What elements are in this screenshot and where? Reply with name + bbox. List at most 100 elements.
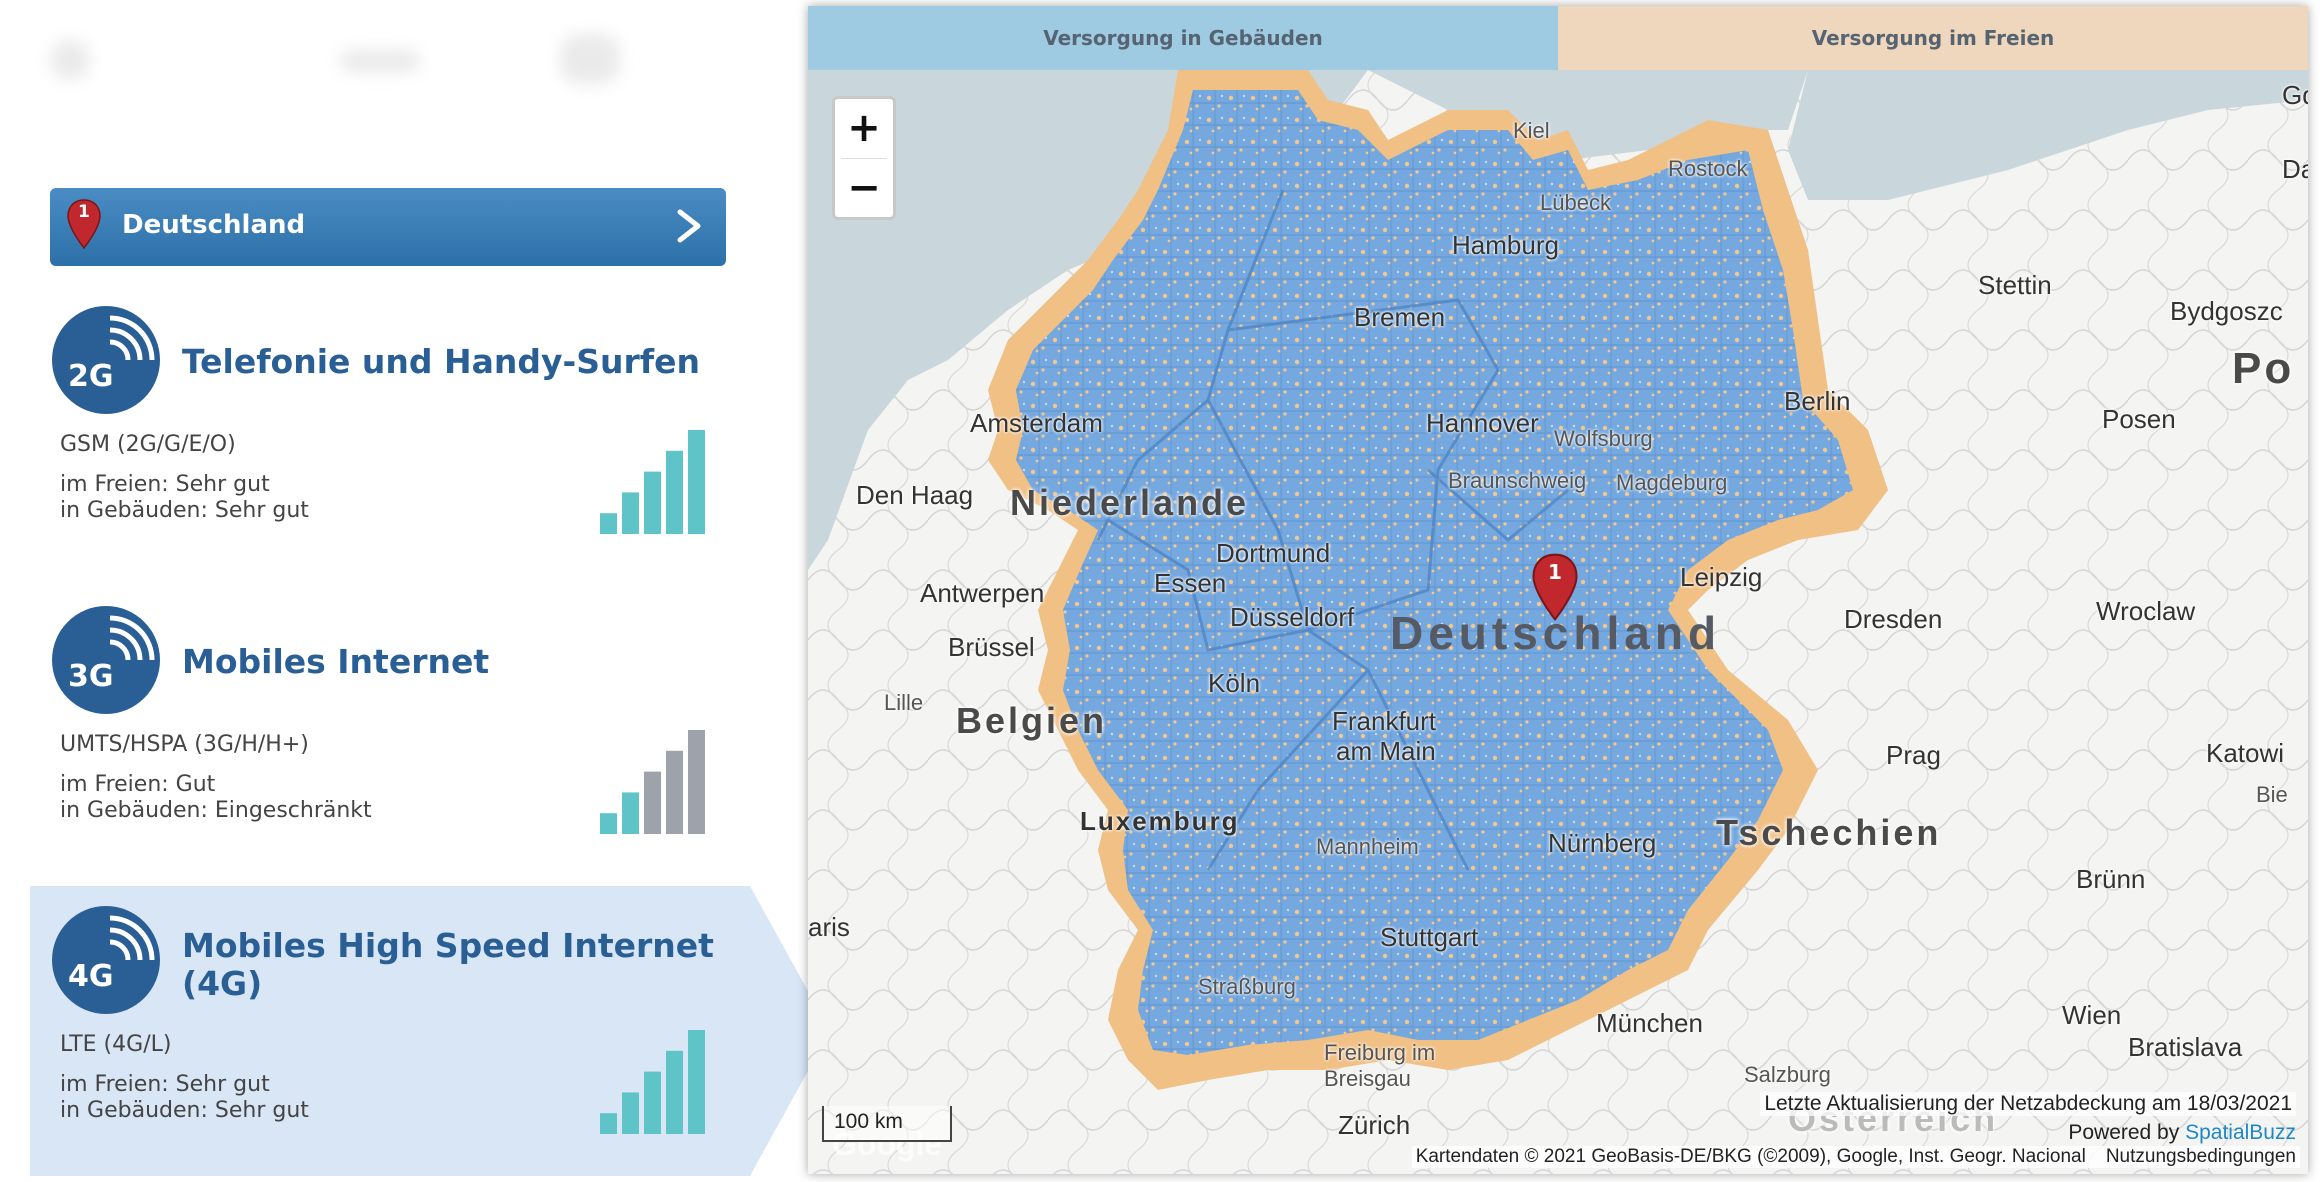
city-gdynia: Gdy	[2282, 80, 2308, 110]
tech-title-2g: Telefonie und Handy-Surfen	[182, 342, 700, 381]
map-tabs: Versorgung in Gebäuden Versorgung im Fre…	[808, 6, 2308, 70]
city-bruessel: Brüssel	[948, 632, 1035, 662]
location-selector[interactable]: 1 Deutschland	[50, 188, 726, 266]
signal-bar	[622, 492, 639, 534]
tab-outdoor-coverage[interactable]: Versorgung im Freien	[1558, 6, 2308, 70]
city-nuernberg: Nürnberg	[1548, 828, 1657, 858]
city-posen: Posen	[2102, 404, 2176, 434]
tech-item-2g[interactable]: 2G Telefonie und Handy-Surfen GSM (2G/G/…	[30, 306, 770, 556]
tech-standard-2g: GSM (2G/G/E/O)	[60, 432, 236, 457]
country-niederlande: Niederlande	[1010, 482, 1250, 523]
tech-standard-3g: UMTS/HSPA (3G/H/H+)	[60, 732, 309, 757]
city-hamburg: Hamburg	[1452, 230, 1559, 260]
city-bremen: Bremen	[1354, 302, 1446, 332]
city-wolfsburg: Wolfsburg	[1554, 426, 1653, 451]
city-bratislava: Bratislava	[2128, 1032, 2243, 1062]
city-stettin: Stettin	[1978, 270, 2052, 300]
tech-item-4g[interactable]: 4G Mobiles High Speed Internet (4G) LTE …	[30, 906, 770, 1156]
signal-4g-icon: 4G	[52, 906, 160, 1014]
signal-bar	[644, 771, 661, 834]
city-duesseldorf: Düsseldorf	[1230, 602, 1355, 632]
tech-title-4g-line2: (4G)	[182, 964, 263, 1003]
map-marker-number: 1	[1548, 560, 1562, 584]
city-danzig: Dar	[2282, 154, 2308, 184]
spatialbuzz-link[interactable]: SpatialBuzz	[2185, 1121, 2296, 1144]
signal-3g-icon: 3G	[52, 606, 160, 714]
country-tschechien: Tschechien	[1716, 812, 1942, 853]
coverage-map[interactable]: Versorgung in Gebäuden Versorgung im Fre…	[808, 6, 2308, 1174]
signal-bar	[600, 513, 617, 534]
city-freiburg-2: Breisgau	[1324, 1066, 1411, 1091]
city-bielsko: Bie	[2256, 782, 2288, 807]
signal-bar	[600, 813, 617, 834]
city-freiburg-1: Freiburg im	[1324, 1040, 1436, 1065]
signal-bar	[622, 1092, 639, 1134]
chevron-right-icon	[677, 209, 701, 243]
city-bruenn: Brünn	[2076, 864, 2146, 894]
signal-bar	[688, 730, 705, 834]
badge-4g: 4G	[68, 959, 114, 994]
signal-bar	[666, 450, 683, 534]
signal-bar	[600, 1113, 617, 1134]
city-stuttgart: Stuttgart	[1380, 922, 1479, 952]
city-hannover: Hannover	[1426, 408, 1539, 438]
city-wroclaw: Wroclaw	[2096, 596, 2196, 626]
city-wien: Wien	[2062, 1000, 2122, 1030]
signal-bar	[688, 430, 705, 534]
blurred-header	[40, 20, 660, 100]
city-amsterdam: Amsterdam	[970, 408, 1103, 438]
powered-by-label: Powered by	[2068, 1121, 2180, 1144]
city-strassburg: Straßburg	[1198, 974, 1296, 999]
location-pin-number: 1	[78, 202, 90, 222]
tech-outdoor-2g: im Freien: Sehr gut	[60, 472, 270, 497]
badge-2g: 2G	[68, 359, 114, 394]
city-koeln: Köln	[1208, 668, 1261, 698]
signal-bars-2g	[600, 430, 705, 534]
tab-indoor-coverage[interactable]: Versorgung in Gebäuden	[808, 6, 1558, 70]
city-prag: Prag	[1886, 740, 1941, 770]
city-katowice: Katowi	[2206, 738, 2285, 768]
signal-bar	[644, 1071, 661, 1134]
city-frankfurt-1: Frankfurt	[1332, 706, 1437, 736]
tech-title-4g-line1: Mobiles High Speed Internet	[182, 926, 714, 965]
signal-2g-icon: 2G	[52, 306, 160, 414]
city-mannheim: Mannheim	[1316, 834, 1419, 859]
city-frankfurt-2: am Main	[1336, 736, 1436, 766]
country-belgien: Belgien	[956, 700, 1108, 741]
zoom-in-button[interactable]: +	[835, 99, 893, 157]
city-salzburg: Salzburg	[1744, 1062, 1831, 1087]
map-marker[interactable]: 1	[1530, 552, 1580, 622]
zoom-controls: + −	[832, 96, 896, 220]
city-rostock: Rostock	[1668, 156, 1748, 181]
tech-outdoor-3g: im Freien: Gut	[60, 772, 216, 797]
city-antwerpen: Antwerpen	[920, 578, 1045, 608]
zoom-out-button[interactable]: −	[835, 159, 893, 217]
scale-bar: 100 km	[822, 1106, 952, 1142]
city-essen: Essen	[1154, 568, 1227, 598]
tech-outdoor-4g: im Freien: Sehr gut	[60, 1072, 270, 1097]
tech-standard-4g: LTE (4G/L)	[60, 1032, 172, 1057]
tech-title-3g: Mobiles Internet	[182, 642, 490, 681]
signal-bar	[666, 1050, 683, 1134]
city-dortmund: Dortmund	[1216, 538, 1331, 568]
city-bydgoszcz: Bydgoszc	[2170, 296, 2283, 326]
badge-3g: 3G	[68, 659, 114, 694]
terms-link[interactable]: Nutzungsbedingungen	[2106, 1146, 2296, 1168]
city-berlin: Berlin	[1784, 386, 1851, 416]
city-muenchen: München	[1596, 1008, 1703, 1038]
signal-bar	[688, 1030, 705, 1134]
powered-by: Powered by SpatialBuzz	[2068, 1121, 2296, 1145]
city-zuerich: Zürich	[1338, 1110, 1411, 1140]
map-attribution: Kartendaten © 2021 GeoBasis-DE/BKG (©200…	[1411, 1146, 2300, 1168]
city-leipzig: Leipzig	[1680, 562, 1763, 592]
city-den-haag: Den Haag	[856, 480, 974, 510]
signal-bar	[622, 792, 639, 834]
signal-bars-3g	[600, 730, 705, 834]
location-label: Deutschland	[122, 210, 306, 240]
tech-indoor-3g: in Gebäuden: Eingeschränkt	[60, 798, 372, 823]
city-braunschweig: Braunschweig	[1448, 468, 1587, 493]
tech-indoor-2g: in Gebäuden: Sehr gut	[60, 498, 309, 523]
tech-item-3g[interactable]: 3G Mobiles Internet UMTS/HSPA (3G/H/H+) …	[30, 606, 770, 856]
map-copyright: Kartendaten © 2021 GeoBasis-DE/BKG (©200…	[1415, 1146, 2086, 1167]
signal-bar	[666, 750, 683, 834]
